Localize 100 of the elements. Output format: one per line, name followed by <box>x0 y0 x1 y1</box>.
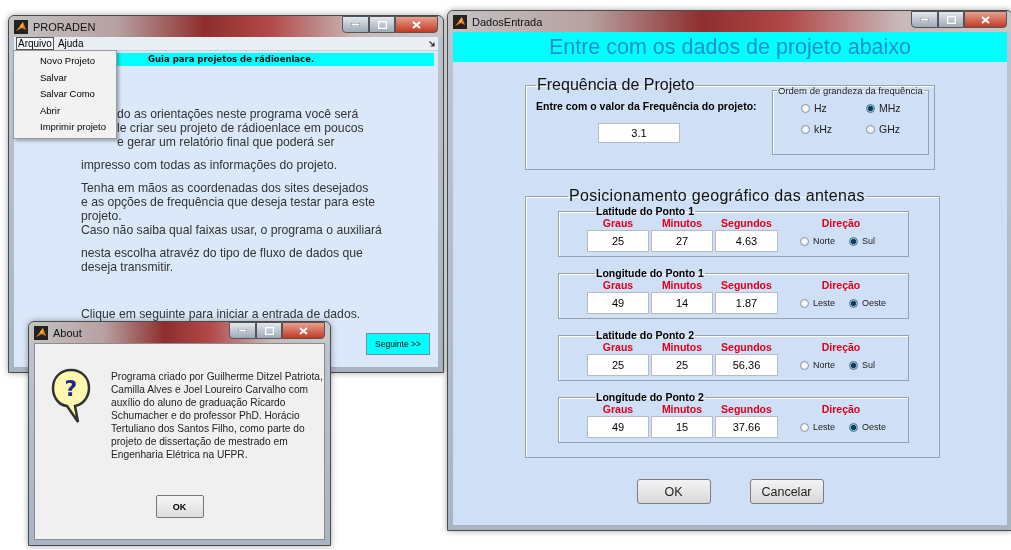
menu-bar-item[interactable]: Ajuda <box>55 37 86 50</box>
input-field[interactable]: 27 <box>651 230 713 252</box>
minimize-button[interactable] <box>229 322 256 339</box>
input-field[interactable]: 49 <box>587 416 649 438</box>
group-title: Latitude do Ponto 2 <box>595 329 695 341</box>
maximize-icon <box>946 15 956 24</box>
input-field[interactable]: 15 <box>651 416 713 438</box>
radio-button[interactable]: Leste <box>800 298 836 308</box>
input-field[interactable]: 49 <box>587 292 649 314</box>
group-title: Latitude do Ponto 1 <box>595 205 695 217</box>
guide-text: Clique em seguinte para iniciar a entrada de dados. <box>81 307 362 321</box>
input-field[interactable]: 25 <box>651 354 713 376</box>
minimize-icon <box>351 23 360 26</box>
column-header: Segundos <box>720 217 773 229</box>
close-icon <box>412 20 421 29</box>
column-header: Direção <box>820 341 862 353</box>
cancel-button[interactable]: Cancelar <box>749 479 824 504</box>
minimize-icon <box>238 329 247 332</box>
radio-button[interactable]: GHz <box>866 123 926 135</box>
menu-item[interactable]: Salvar Como <box>14 86 116 103</box>
frequency-field[interactable]: 3.1 <box>598 123 680 143</box>
input-field[interactable]: 37.66 <box>715 416 778 438</box>
radio-button[interactable]: Hz <box>801 102 866 114</box>
radio-button[interactable]: MHz <box>866 102 926 114</box>
dock-arrow-icon[interactable] <box>429 40 436 47</box>
input-field[interactable]: 25 <box>587 354 649 376</box>
radio-indicator[interactable] <box>800 236 809 246</box>
group-title: Posicionamento geográfico das antenas <box>568 187 866 205</box>
radio-indicator[interactable] <box>801 103 810 113</box>
input-field[interactable]: 56.36 <box>715 354 778 376</box>
minimize-icon <box>920 18 929 21</box>
radio-indicator[interactable] <box>800 360 809 370</box>
maximize-button[interactable] <box>256 322 282 339</box>
close-button[interactable] <box>964 11 1007 28</box>
guide-text: e gerar um relatório final que poderá ser <box>117 135 336 149</box>
guide-text: Tenha em mãos as coordenadas dos sites desejados <box>81 181 370 195</box>
window-title: About <box>53 326 83 339</box>
close-button[interactable] <box>282 322 325 339</box>
radio-button[interactable]: Oeste <box>849 422 887 432</box>
radio-button[interactable]: Sul <box>849 360 876 370</box>
radio-button[interactable]: Norte <box>800 236 835 246</box>
input-field[interactable]: 14 <box>651 292 713 314</box>
guide-text: impresso com todas as informações do projeto. <box>81 158 339 172</box>
radio-indicator[interactable] <box>866 103 875 113</box>
column-header: Direção <box>820 279 862 291</box>
maximize-icon <box>377 20 387 29</box>
guide-text: Caso não saiba qual faixas usar, o programa o auxiliará <box>81 223 383 237</box>
radio-indicator[interactable] <box>849 236 858 246</box>
guide-text: e as opções de frequência que deseja testar para este <box>81 195 377 209</box>
radio-indicator[interactable] <box>800 422 809 432</box>
field-label: Entre com o valor da Frequência do projeto: <box>536 100 758 112</box>
column-header: Segundos <box>720 403 773 415</box>
about-text: Programa criado por Guilherme Ditzel Patriota, Camilla Alves e Joel Loureiro Carvalho com auxílio do aluno de graduação Ricardo Schumacher e do professor PhD. Horácio Tertuliano dos Santos Filho, como parte do projeto de dissertação de mestrado em Engenharia Elétrica na UFPR. <box>111 370 323 461</box>
menu-item[interactable]: Abrir <box>14 102 116 119</box>
guide-text: projeto. <box>81 209 123 223</box>
menu-item[interactable]: Salvar <box>14 69 116 86</box>
window-title: PRORADEN <box>33 20 97 33</box>
column-header: Minutos <box>660 279 704 291</box>
column-header: Direção <box>820 217 862 229</box>
ok-button[interactable]: OK <box>636 479 711 504</box>
guide-text: nesta escolha atravéz do tipo de fluxo de dados que <box>81 246 364 260</box>
guide-text: le criar seu projeto de rádioenlace em poucos <box>117 121 365 135</box>
radio-indicator[interactable] <box>849 422 859 432</box>
next-button[interactable]: Seguinte >> <box>366 333 430 355</box>
close-icon <box>981 15 990 24</box>
input-field[interactable]: 1.87 <box>715 292 778 314</box>
radio-button[interactable]: Norte <box>800 360 835 370</box>
form-header: Entre com os dados de projeto abaixo <box>453 32 1007 62</box>
app-icon <box>34 325 48 340</box>
radio-indicator[interactable] <box>849 298 859 308</box>
radio-button[interactable]: Leste <box>800 422 836 432</box>
radio-indicator[interactable] <box>800 298 809 308</box>
guide-text: do as orientações neste programa você será <box>117 107 360 121</box>
radio-indicator[interactable] <box>866 124 875 134</box>
radio-button[interactable]: Oeste <box>849 298 887 308</box>
app-icon <box>14 19 28 34</box>
window-title: DadosEntrada <box>472 15 544 28</box>
minimize-button[interactable] <box>342 16 369 33</box>
menu-bar-item[interactable]: Arquivo <box>16 37 54 50</box>
column-header: Minutos <box>660 341 704 353</box>
group-title: Longitude do Ponto 2 <box>595 391 705 403</box>
column-header: Segundos <box>720 341 773 353</box>
column-header: Graus <box>601 217 635 229</box>
radio-indicator[interactable] <box>801 124 810 134</box>
menu-item[interactable]: Imprimir projeto <box>14 119 116 136</box>
maximize-button[interactable] <box>369 16 395 33</box>
maximize-button[interactable] <box>938 11 964 28</box>
radio-button[interactable]: kHz <box>801 123 866 135</box>
input-field[interactable]: 4.63 <box>715 230 778 252</box>
column-header: Graus <box>601 403 635 415</box>
group-title: Frequência de Projeto <box>536 76 696 94</box>
column-header: Direção <box>820 403 862 415</box>
minimize-button[interactable] <box>911 11 938 28</box>
radio-indicator[interactable] <box>849 360 858 370</box>
radio-button[interactable]: Sul <box>849 236 876 246</box>
close-button[interactable] <box>395 16 438 33</box>
ok-button[interactable]: OK <box>155 495 204 518</box>
input-field[interactable]: 25 <box>587 230 649 252</box>
column-header: Minutos <box>660 217 704 229</box>
column-header: Minutos <box>660 403 704 415</box>
